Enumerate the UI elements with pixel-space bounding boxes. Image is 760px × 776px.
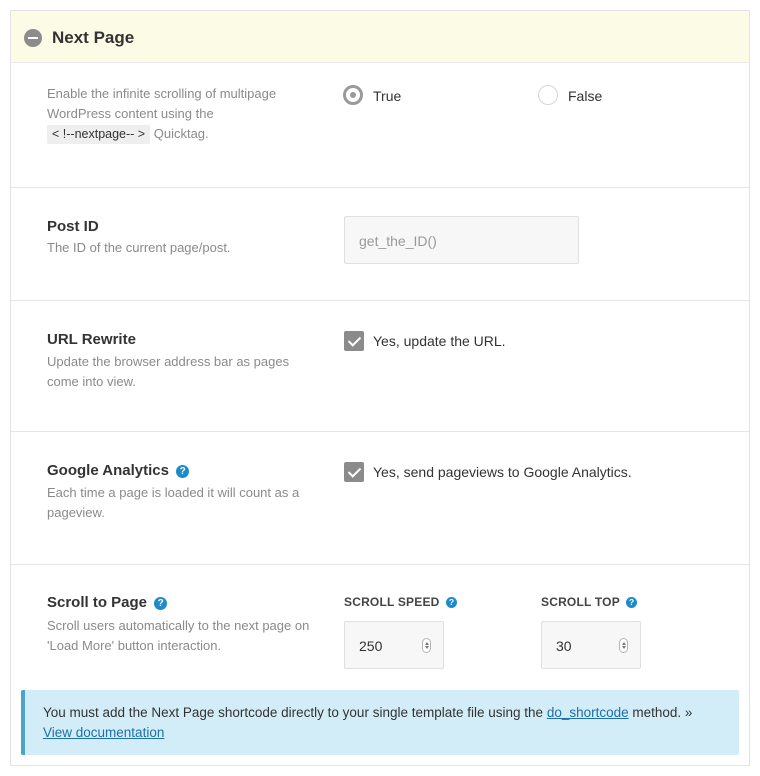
post-id-row: Post ID The ID of the current page/post.… <box>11 188 749 301</box>
infinite-scroll-desc-text: Enable the infinite scrolling of multipa… <box>47 86 277 121</box>
google-analytics-checkbox[interactable] <box>344 462 364 482</box>
notice-text-after: method. » <box>632 705 693 720</box>
scroll-to-page-label-text: Scroll to Page <box>47 594 148 611</box>
do-shortcode-link[interactable]: do_shortcode <box>547 705 629 720</box>
url-rewrite-checkbox[interactable] <box>344 331 364 351</box>
next-page-panel: Next Page Enable the infinite scrolling … <box>10 10 750 766</box>
google-analytics-label-text: Google Analytics <box>47 462 169 479</box>
google-analytics-description: Each time a page is loaded it will count… <box>47 485 300 520</box>
true-radio-label[interactable]: True <box>373 88 401 104</box>
infinite-scroll-description: Enable the infinite scrolling of multipa… <box>47 84 317 144</box>
help-icon[interactable]: ? <box>176 465 190 478</box>
infinite-scroll-row: Enable the infinite scrolling of multipa… <box>11 63 749 188</box>
scroll-to-page-description: Scroll users automatically to the next p… <box>47 618 310 653</box>
scroll-top-input[interactable]: 30 <box>541 621 641 669</box>
help-icon[interactable]: ? <box>154 597 168 610</box>
google-analytics-label: Google Analytics ? <box>47 462 190 479</box>
url-rewrite-label: URL Rewrite <box>47 331 136 348</box>
nextpage-code: < !--nextpage-- > <box>47 125 151 144</box>
panel-header[interactable]: Next Page <box>11 11 749 63</box>
google-analytics-checkbox-label[interactable]: Yes, send pageviews to Google Analytics. <box>373 464 632 480</box>
scroll-speed-input[interactable]: 250 <box>344 621 444 669</box>
help-icon[interactable]: ? <box>446 597 458 608</box>
number-spinner-icon[interactable] <box>422 638 431 653</box>
scroll-top-label-text: SCROLL TOP <box>541 595 620 609</box>
notice-text: You must add the Next Page shortcode dir… <box>43 705 544 720</box>
panel-title: Next Page <box>52 28 135 47</box>
view-documentation-link[interactable]: View documentation <box>43 725 164 740</box>
url-rewrite-description: Update the browser address bar as pages … <box>47 354 290 389</box>
post-id-input[interactable]: get_the_ID() <box>344 216 579 264</box>
number-spinner-icon[interactable] <box>619 638 628 653</box>
scroll-speed-label: SCROLL SPEED ? <box>344 595 458 609</box>
url-rewrite-checkbox-label[interactable]: Yes, update the URL. <box>373 333 506 349</box>
google-analytics-row: Google Analytics ? Each time a page is l… <box>11 432 749 565</box>
true-radio[interactable] <box>343 85 363 105</box>
url-rewrite-row: URL Rewrite Update the browser address b… <box>11 301 749 432</box>
post-id-description: The ID of the current page/post. <box>47 240 231 255</box>
infinite-scroll-desc-suffix: Quicktag. <box>153 126 209 141</box>
collapse-minus-icon[interactable] <box>24 29 42 47</box>
shortcode-notice: You must add the Next Page shortcode dir… <box>21 690 739 755</box>
scroll-speed-value: 250 <box>359 638 383 654</box>
scroll-top-value: 30 <box>556 638 572 654</box>
help-icon[interactable]: ? <box>626 597 638 608</box>
scroll-top-label: SCROLL TOP ? <box>541 595 638 609</box>
scroll-speed-label-text: SCROLL SPEED <box>344 595 440 609</box>
post-id-label: Post ID <box>47 218 99 235</box>
false-radio[interactable] <box>538 85 558 105</box>
false-radio-label[interactable]: False <box>568 88 602 104</box>
scroll-to-page-label: Scroll to Page ? <box>47 594 168 611</box>
